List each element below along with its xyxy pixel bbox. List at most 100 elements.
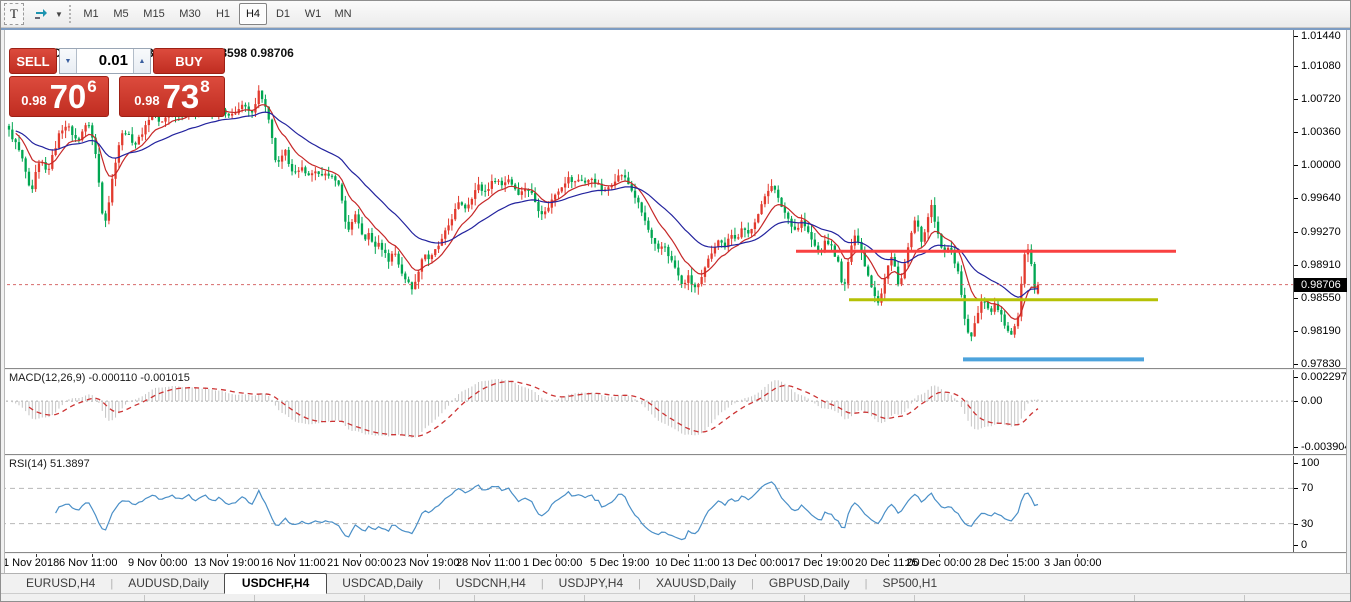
timeframe-button-h4[interactable]: H4 — [239, 3, 267, 25]
sell-button[interactable]: SELL — [9, 48, 57, 74]
pane-left-grip — [1, 29, 5, 573]
buy-button[interactable]: BUY — [153, 48, 225, 74]
timeframe-buttons: M1M5M15M30H1H4D1W1MN — [77, 3, 359, 25]
chevron-down-icon[interactable]: ▼ — [53, 3, 65, 25]
time-axis-label: 9 Nov 00:00 — [128, 557, 187, 569]
toolbar-accent-line — [1, 28, 1351, 30]
time-axis-label: 1 Dec 00:00 — [523, 557, 582, 569]
timeframe-button-m15[interactable]: M15 — [137, 3, 171, 25]
time-axis-label: 17 Dec 19:00 — [788, 557, 853, 569]
lot-decrease-button[interactable]: ▼ — [60, 49, 77, 73]
timeframe-button-d1[interactable]: D1 — [269, 3, 297, 25]
lot-size-stepper: ▼ 0.01 ▲ — [59, 48, 151, 74]
sell-price-button[interactable]: 0.98 70 6 — [9, 76, 109, 117]
status-bar-separator — [804, 595, 805, 602]
macd-axis[interactable]: 0.0022970.00-0.003904 — [1293, 370, 1346, 454]
right-gutter — [1346, 29, 1351, 593]
timeframe-button-mn[interactable]: MN — [329, 3, 357, 25]
rsi-axis-label: 70 — [1294, 482, 1313, 495]
price-axis-label: 0.99640 — [1294, 192, 1341, 205]
rsi-axis-label: 0 — [1294, 539, 1307, 552]
chart-tab-gbpusd-daily[interactable]: GBPUSD,Daily — [754, 574, 865, 593]
swap-arrows-icon[interactable] — [29, 3, 53, 25]
status-bar — [1, 593, 1351, 602]
price-axis-label: 1.00720 — [1294, 93, 1341, 106]
price-axis-label: 0.98910 — [1294, 259, 1341, 272]
chart-tabs-bar: EURUSD,H4|AUDUSD,DailyUSDCHF,H4USDCAD,Da… — [1, 573, 1351, 593]
current-price-tag: 0.98706 — [1294, 278, 1347, 292]
time-axis-tick — [92, 554, 93, 557]
mt4-window: T ▼ M1M5M15M30H1H4D1W1MN 1.014401.010801… — [0, 0, 1351, 602]
status-bar-separator — [474, 595, 475, 602]
time-axis-label: 28 Nov 11:00 — [456, 557, 521, 569]
time-axis-label: 10 Dec 11:00 — [655, 557, 720, 569]
timeframe-button-m30[interactable]: M30 — [173, 3, 207, 25]
rsi-canvas[interactable] — [1, 456, 1293, 552]
time-axis[interactable]: 1 Nov 20186 Nov 11:009 Nov 00:0013 Nov 1… — [1, 554, 1346, 573]
time-axis-tick — [227, 554, 228, 557]
time-axis-tick — [821, 554, 822, 557]
toolbar: T ▼ M1M5M15M30H1H4D1W1MN — [1, 1, 1351, 28]
price-axis-label: 0.99270 — [1294, 226, 1341, 239]
price-axis-label: 0.98550 — [1294, 292, 1341, 305]
chart-tab-usdjpy-h4[interactable]: USDJPY,H4 — [544, 574, 638, 593]
sell-price-prefix: 0.98 — [21, 93, 46, 108]
time-axis-tick — [1007, 554, 1008, 557]
buy-price-prefix: 0.98 — [134, 93, 159, 108]
macd-value-signal: -0.001015 — [140, 372, 190, 384]
chart-tab-xauusd-daily[interactable]: XAUUSD,Daily — [641, 574, 751, 593]
chart-tab-sp500-h1[interactable]: SP500,H1 — [867, 574, 952, 593]
timeframe-button-w1[interactable]: W1 — [299, 3, 327, 25]
time-axis-tick — [161, 554, 162, 557]
chart-tab-usdcnh-h4[interactable]: USDCNH,H4 — [441, 574, 541, 593]
chart-tab-eurusd-h4[interactable]: EURUSD,H4 — [11, 574, 110, 593]
macd-axis-label: 0.002297 — [1294, 371, 1347, 384]
macd-pane[interactable] — [1, 370, 1293, 454]
chart-tab-audusd-daily[interactable]: AUDUSD,Daily — [113, 574, 224, 593]
one-click-trading-panel: SELL ▼ 0.01 ▲ BUY 0.98 70 6 0.98 73 8 — [9, 48, 225, 117]
status-bar-separator — [364, 595, 365, 602]
macd-axis-label: -0.003904 — [1294, 441, 1351, 454]
pane-splitter[interactable] — [1, 454, 1346, 456]
time-axis-label: 6 Nov 11:00 — [59, 557, 118, 569]
status-bar-separator — [1134, 595, 1135, 602]
status-bar-separator — [584, 595, 585, 602]
status-bar-separator — [694, 595, 695, 602]
price-axis-label: 0.98190 — [1294, 325, 1341, 338]
rsi-axis-label: 100 — [1294, 457, 1319, 470]
time-axis-tick — [888, 554, 889, 557]
status-bar-separator — [144, 595, 145, 602]
status-bar-separator — [1244, 595, 1245, 602]
macd-axis-label: 0.00 — [1294, 395, 1322, 408]
rsi-pane[interactable] — [1, 456, 1293, 552]
chart-tab-usdcad-daily[interactable]: USDCAD,Daily — [327, 574, 438, 593]
macd-value-main: -0.000110 — [88, 372, 137, 384]
price-axis-label: 1.01440 — [1294, 30, 1341, 43]
price-axis-label: 1.00360 — [1294, 126, 1341, 139]
price-axis[interactable]: 1.01440 1.01080 1.00720 1.00360 1.00000 0.996… — [1293, 29, 1346, 368]
time-axis-tick — [688, 554, 689, 557]
timeframe-button-m5[interactable]: M5 — [107, 3, 135, 25]
timeframe-button-m1[interactable]: M1 — [77, 3, 105, 25]
macd-canvas[interactable] — [1, 370, 1293, 454]
chart-tab-usdchf-h4[interactable]: USDCHF,H4 — [224, 573, 327, 594]
buy-price-button[interactable]: 0.98 73 8 — [119, 76, 225, 117]
macd-name: MACD(12,26,9) — [9, 372, 85, 384]
rsi-axis[interactable]: 10070300 — [1293, 456, 1346, 552]
rsi-label: RSI(14) 51.3897 — [9, 458, 90, 470]
lot-size-input[interactable]: 0.01 — [77, 49, 133, 73]
rsi-name: RSI(14) — [9, 458, 47, 470]
time-axis-tick — [755, 554, 756, 557]
text-label-tool-button[interactable]: T — [4, 3, 24, 25]
timeframe-button-h1[interactable]: H1 — [209, 3, 237, 25]
macd-label: MACD(12,26,9) -0.000110 -0.001015 — [9, 372, 190, 384]
sell-price-pip: 6 — [87, 77, 96, 97]
lot-increase-button[interactable]: ▲ — [133, 49, 150, 73]
price-axis-label: 1.01080 — [1294, 60, 1341, 73]
pane-splitter[interactable] — [1, 552, 1346, 554]
time-axis-label: 5 Dec 19:00 — [590, 557, 649, 569]
price-axis-label: 1.00000 — [1294, 159, 1341, 172]
time-axis-label: 1 Nov 2018 — [3, 557, 59, 569]
rsi-value: 51.3897 — [50, 458, 90, 470]
pane-splitter[interactable] — [1, 368, 1346, 370]
